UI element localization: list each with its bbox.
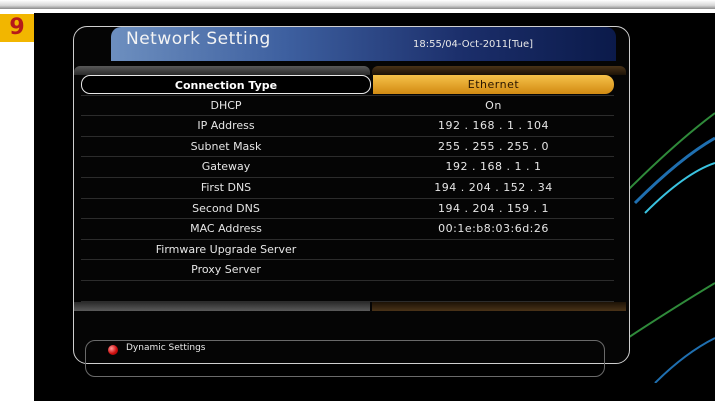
row-label: Second DNS [192,201,260,215]
row-label: MAC Address [190,222,262,236]
row-value[interactable] [373,240,614,259]
row-label: Proxy Server [191,263,261,277]
row-label: Subnet Mask [190,139,262,153]
row-value: 00:1e:b8:03:6d:26 [438,222,549,236]
row-label: DHCP [210,98,242,112]
row-value[interactable]: 194 . 204 . 152 . 34 [373,178,614,197]
settings-row-first-dns[interactable]: First DNS 194 . 204 . 152 . 34 [81,178,614,199]
settings-row-subnet-mask[interactable]: Subnet Mask 255 . 255 . 255 . 0 [81,137,614,158]
row-value[interactable]: 192 . 168 . 1 . 104 [373,116,614,135]
row-value[interactable] [373,260,614,279]
row-label: First DNS [200,180,252,194]
settings-row-proxy-server[interactable]: Proxy Server [81,260,614,281]
top-border [0,0,715,9]
row-value[interactable]: 194 . 204 . 159 . 1 [373,199,614,218]
settings-row-ip-address[interactable]: IP Address 192 . 168 . 1 . 104 [81,116,614,137]
settings-row-gateway[interactable]: Gateway 192 . 168 . 1 . 1 [81,157,614,178]
settings-row-connection-type[interactable]: Connection Type Ethernet [81,75,614,96]
row-label: IP Address [197,119,255,133]
page-title: Network Setting [126,29,271,49]
row-label: Connection Type [81,75,371,94]
date-time: 18:55/04-Oct-2011[Tue] [413,39,534,50]
row-value[interactable]: 255 . 255 . 255 . 0 [373,137,614,156]
step-badge: 9 [0,14,34,42]
table-header-right [372,66,626,75]
row-value[interactable]: Ethernet [373,75,614,94]
settings-table: Connection Type Ethernet DHCP On IP Addr… [81,75,614,302]
row-value[interactable]: On [373,96,614,115]
settings-row-dhcp[interactable]: DHCP On [81,96,614,117]
settings-row-empty [81,281,614,302]
row-value[interactable]: 192 . 168 . 1 . 1 [373,157,614,176]
red-button-icon [108,345,118,355]
row-label: Firmware Upgrade Server [155,242,297,256]
table-footer-left [74,302,370,311]
settings-row-mac-address[interactable]: MAC Address 00:1e:b8:03:6d:26 [81,219,614,240]
settings-row-second-dns[interactable]: Second DNS 194 . 204 . 159 . 1 [81,199,614,220]
settings-row-firmware-upgrade-server[interactable]: Firmware Upgrade Server [81,240,614,261]
row-label: Gateway [201,160,251,174]
table-header-left [74,66,370,75]
dynamic-settings-hint[interactable]: Dynamic Settings [126,343,205,353]
table-footer-right [372,302,626,311]
